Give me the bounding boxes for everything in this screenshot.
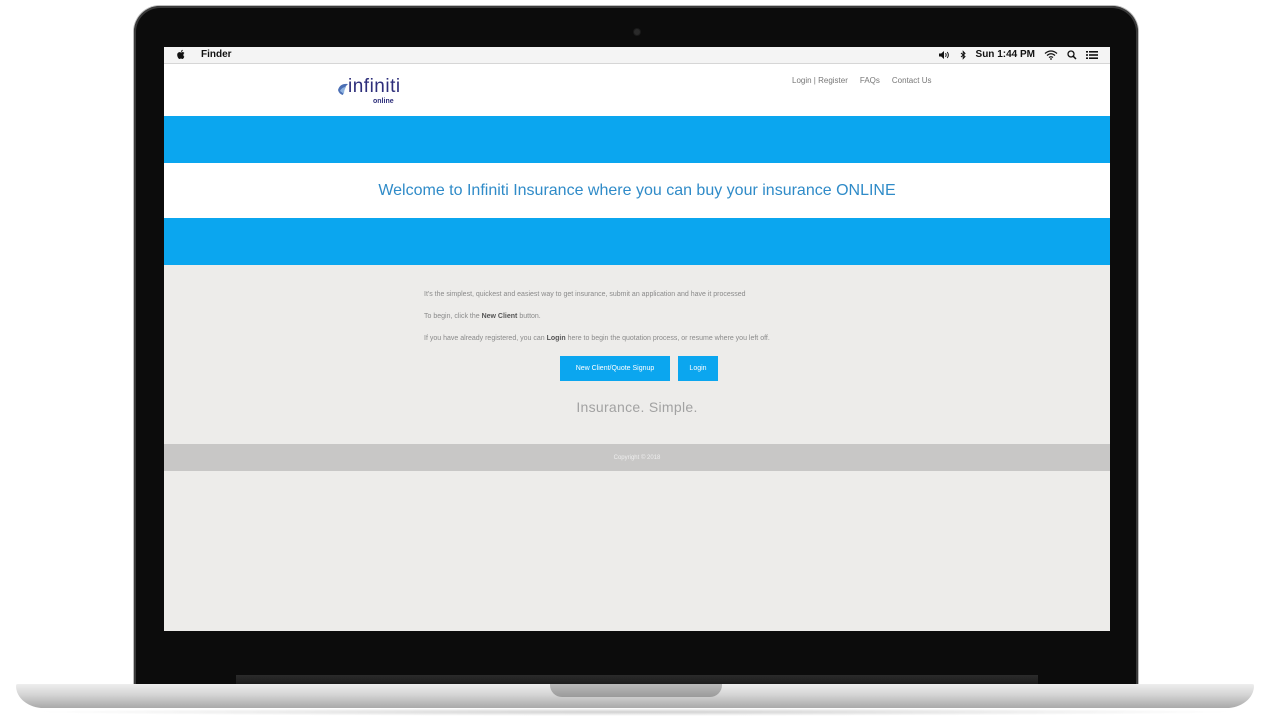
contact-us-link[interactable]: Contact Us xyxy=(892,76,932,85)
screen: Finder Sun 1:44 PM infiniti online Login… xyxy=(164,47,1110,631)
new-client-signup-button[interactable]: New Client/Quote Signup xyxy=(560,356,670,381)
login-register-link[interactable]: Login | Register xyxy=(792,76,848,85)
site-logo[interactable]: infiniti online xyxy=(336,76,416,110)
action-buttons: New Client/Quote Signup Login xyxy=(560,356,718,381)
tagline: Insurance. Simple. xyxy=(576,399,698,415)
begin-prefix: To begin, click the xyxy=(424,313,482,320)
bluetooth-icon[interactable] xyxy=(960,49,967,60)
copyright-text: Copyright © 2018 xyxy=(613,454,661,461)
webcam xyxy=(634,29,640,35)
welcome-heading: Welcome to Infiniti Insurance where you … xyxy=(378,181,896,199)
apple-icon[interactable] xyxy=(176,49,186,60)
logo-subtext: online xyxy=(373,98,394,105)
notification-list-icon[interactable] xyxy=(1086,50,1098,60)
menu-extras: Sun 1:44 PM xyxy=(938,49,1098,60)
hero-band-bottom xyxy=(164,218,1110,265)
laptop-notch xyxy=(550,684,722,697)
menu-bar: Finder Sun 1:44 PM xyxy=(164,47,1110,64)
welcome-banner: Welcome to Infiniti Insurance where you … xyxy=(164,163,1110,218)
faqs-link[interactable]: FAQs xyxy=(860,76,880,85)
registered-bold: Login xyxy=(546,335,566,342)
begin-suffix: button. xyxy=(517,313,541,320)
logo-text: infiniti xyxy=(348,76,401,97)
finder-menu[interactable]: Finder xyxy=(201,49,232,60)
begin-bold: New Client xyxy=(481,313,518,320)
top-nav: Login | Register FAQs Contact Us xyxy=(792,76,931,85)
intro-line: It's the simplest, quickest and easiest … xyxy=(424,291,746,298)
wifi-icon[interactable] xyxy=(1044,49,1058,60)
site-footer: Copyright © 2018 xyxy=(164,444,1110,471)
volume-icon[interactable] xyxy=(938,50,951,60)
intro-content: It's the simplest, quickest and easiest … xyxy=(424,291,864,357)
login-button[interactable]: Login xyxy=(678,356,718,381)
menu-clock[interactable]: Sun 1:44 PM xyxy=(976,49,1035,60)
registered-line: If you have already registered, you can … xyxy=(424,335,864,342)
begin-line: To begin, click the New Client button. xyxy=(424,313,864,320)
registered-prefix: If you have already registered, you can xyxy=(424,335,547,342)
hero-band-top xyxy=(164,116,1110,163)
laptop-shadow xyxy=(30,708,1240,716)
spotlight-search-icon[interactable] xyxy=(1067,49,1077,60)
registered-suffix: here to begin the quotation process, or … xyxy=(565,335,770,342)
site-header: infiniti online Login | Register FAQs Co… xyxy=(164,64,1110,116)
